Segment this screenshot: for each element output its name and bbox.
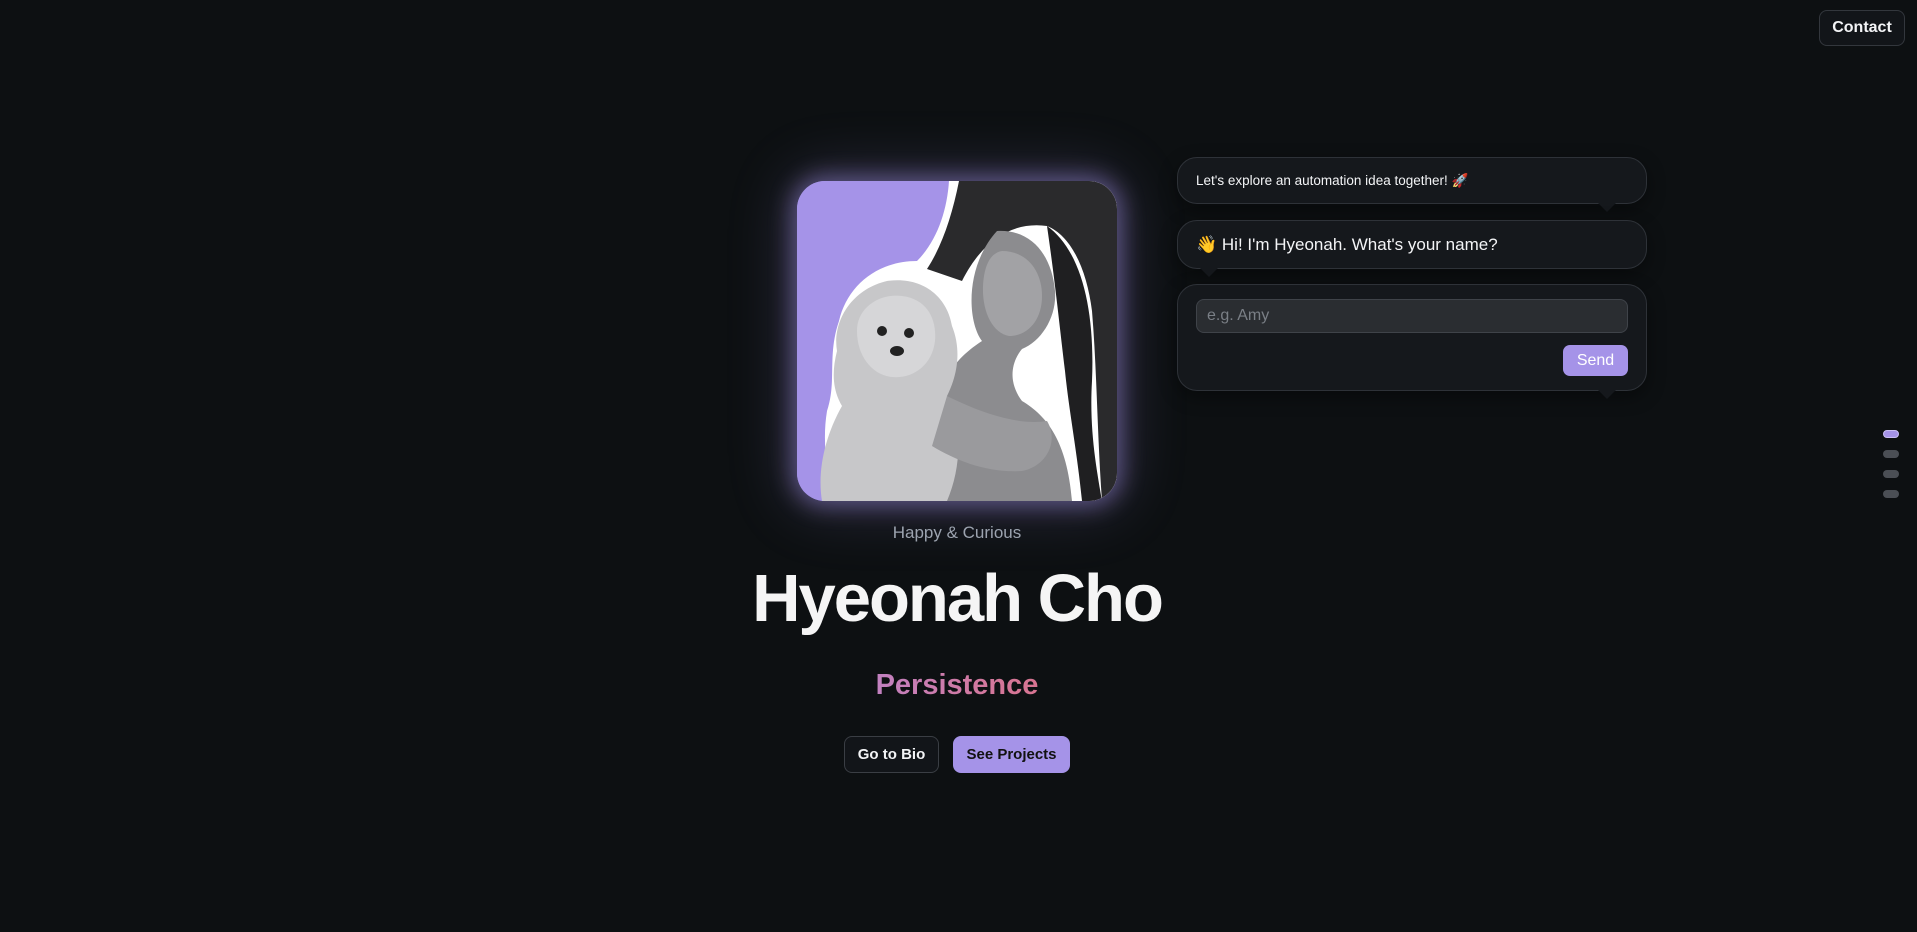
send-button[interactable]: Send: [1563, 345, 1628, 376]
contact-button[interactable]: Contact: [1819, 10, 1905, 46]
chat-message-greeting-text: 👋 Hi! I'm Hyeonah. What's your name?: [1196, 234, 1498, 254]
chat-message-intro-text: Let's explore an automation idea togethe…: [1196, 172, 1469, 188]
go-to-bio-button[interactable]: Go to Bio: [844, 736, 939, 773]
chat-reply-form: Send: [1177, 284, 1647, 399]
send-row: Send: [1196, 345, 1628, 376]
chat-message-greeting: 👋 Hi! I'm Hyeonah. What's your name?: [1177, 220, 1647, 277]
profile-photo: [797, 181, 1117, 501]
cta-row: Go to Bio See Projects: [844, 736, 1070, 773]
pager-dot-1[interactable]: [1883, 430, 1899, 438]
pager-dot-2[interactable]: [1883, 450, 1899, 458]
pager-dot-4[interactable]: [1883, 490, 1899, 498]
tagline: Happy & Curious: [892, 523, 1022, 542]
name-input[interactable]: [1196, 299, 1628, 333]
rotating-trait: Persistence: [757, 669, 1157, 702]
chat-message-intro: Let's explore an automation idea togethe…: [1177, 157, 1647, 212]
page-title: Hyeonah Cho: [752, 561, 1164, 636]
portrait-with-dog-image: [797, 181, 1117, 501]
section-pager: [1883, 430, 1899, 498]
page: Contact Happy & Curious Hyeonah Cho Pers…: [0, 0, 1917, 932]
pager-dot-3[interactable]: [1883, 470, 1899, 478]
see-projects-button[interactable]: See Projects: [953, 736, 1070, 773]
